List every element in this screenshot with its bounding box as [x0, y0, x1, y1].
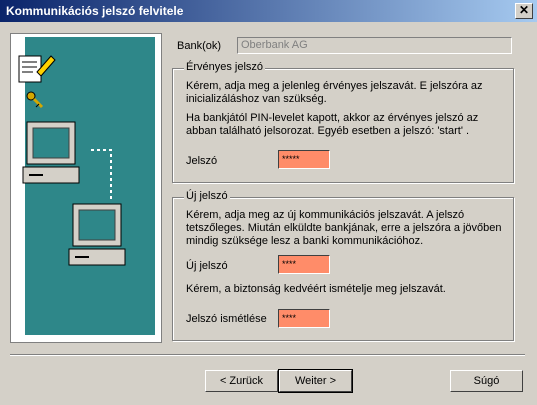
computer-lower-icon	[68, 203, 126, 266]
bank-field: Oberbank AG	[237, 37, 512, 54]
illustration-graphic	[18, 55, 126, 266]
title-bar: Kommunikációs jelszó felvitele ✕	[0, 0, 537, 22]
current-password-group-title: Érvényes jelszó	[184, 61, 266, 73]
current-instr-line1: Kérem, adja meg a jelenleg érvényes jels…	[186, 80, 483, 92]
pin-info-line2: abban található jelsorozat. Egyéb esetbe…	[186, 125, 470, 137]
key-icon	[26, 91, 44, 109]
close-button[interactable]: ✕	[515, 3, 533, 19]
new-password-group-title: Új jelszó	[184, 190, 230, 202]
current-password-instructions: Kérem, adja meg a jelenleg érvényes jels…	[186, 80, 483, 106]
bank-label: Bank(ok)	[177, 40, 222, 52]
button-separator	[10, 354, 525, 356]
new-instr-line2: tetszőleges. Miután elküldte bankjának, …	[186, 222, 502, 234]
computer-upper-icon	[22, 121, 80, 184]
repeat-instructions: Kérem, a biztonság kedvéért ismételje me…	[186, 283, 446, 295]
back-button[interactable]: < Zurück	[205, 370, 278, 392]
close-icon: ✕	[518, 3, 530, 17]
current-instr-line2: inicializáláshoz van szükség.	[186, 93, 327, 105]
new-password-input[interactable]: ****	[278, 255, 330, 274]
new-instr-line3: mindig szüksége lesz a banki kommunikáci…	[186, 235, 424, 247]
document-pen-icon	[18, 55, 56, 83]
new-instr-line1: Kérem, adja meg az új kommunikációs jels…	[186, 209, 465, 221]
next-button[interactable]: Weiter >	[278, 369, 353, 393]
pin-info-line1: Ha bankjától PIN-levelet kapott, akkor a…	[186, 112, 479, 124]
repeat-password-label: Jelszó ismétlése	[186, 313, 267, 325]
repeat-password-input[interactable]: ****	[278, 309, 330, 328]
new-password-instructions: Kérem, adja meg az új kommunikációs jels…	[186, 209, 502, 248]
help-button[interactable]: Súgó	[450, 370, 523, 392]
current-password-pin-info: Ha bankjától PIN-levelet kapott, akkor a…	[186, 112, 478, 138]
current-password-input[interactable]: *****	[278, 150, 330, 169]
current-password-label: Jelszó	[186, 155, 218, 167]
wizard-illustration-panel	[10, 33, 162, 343]
window-title: Kommunikációs jelszó felvitele	[6, 4, 184, 18]
new-password-label: Új jelszó	[186, 260, 228, 272]
